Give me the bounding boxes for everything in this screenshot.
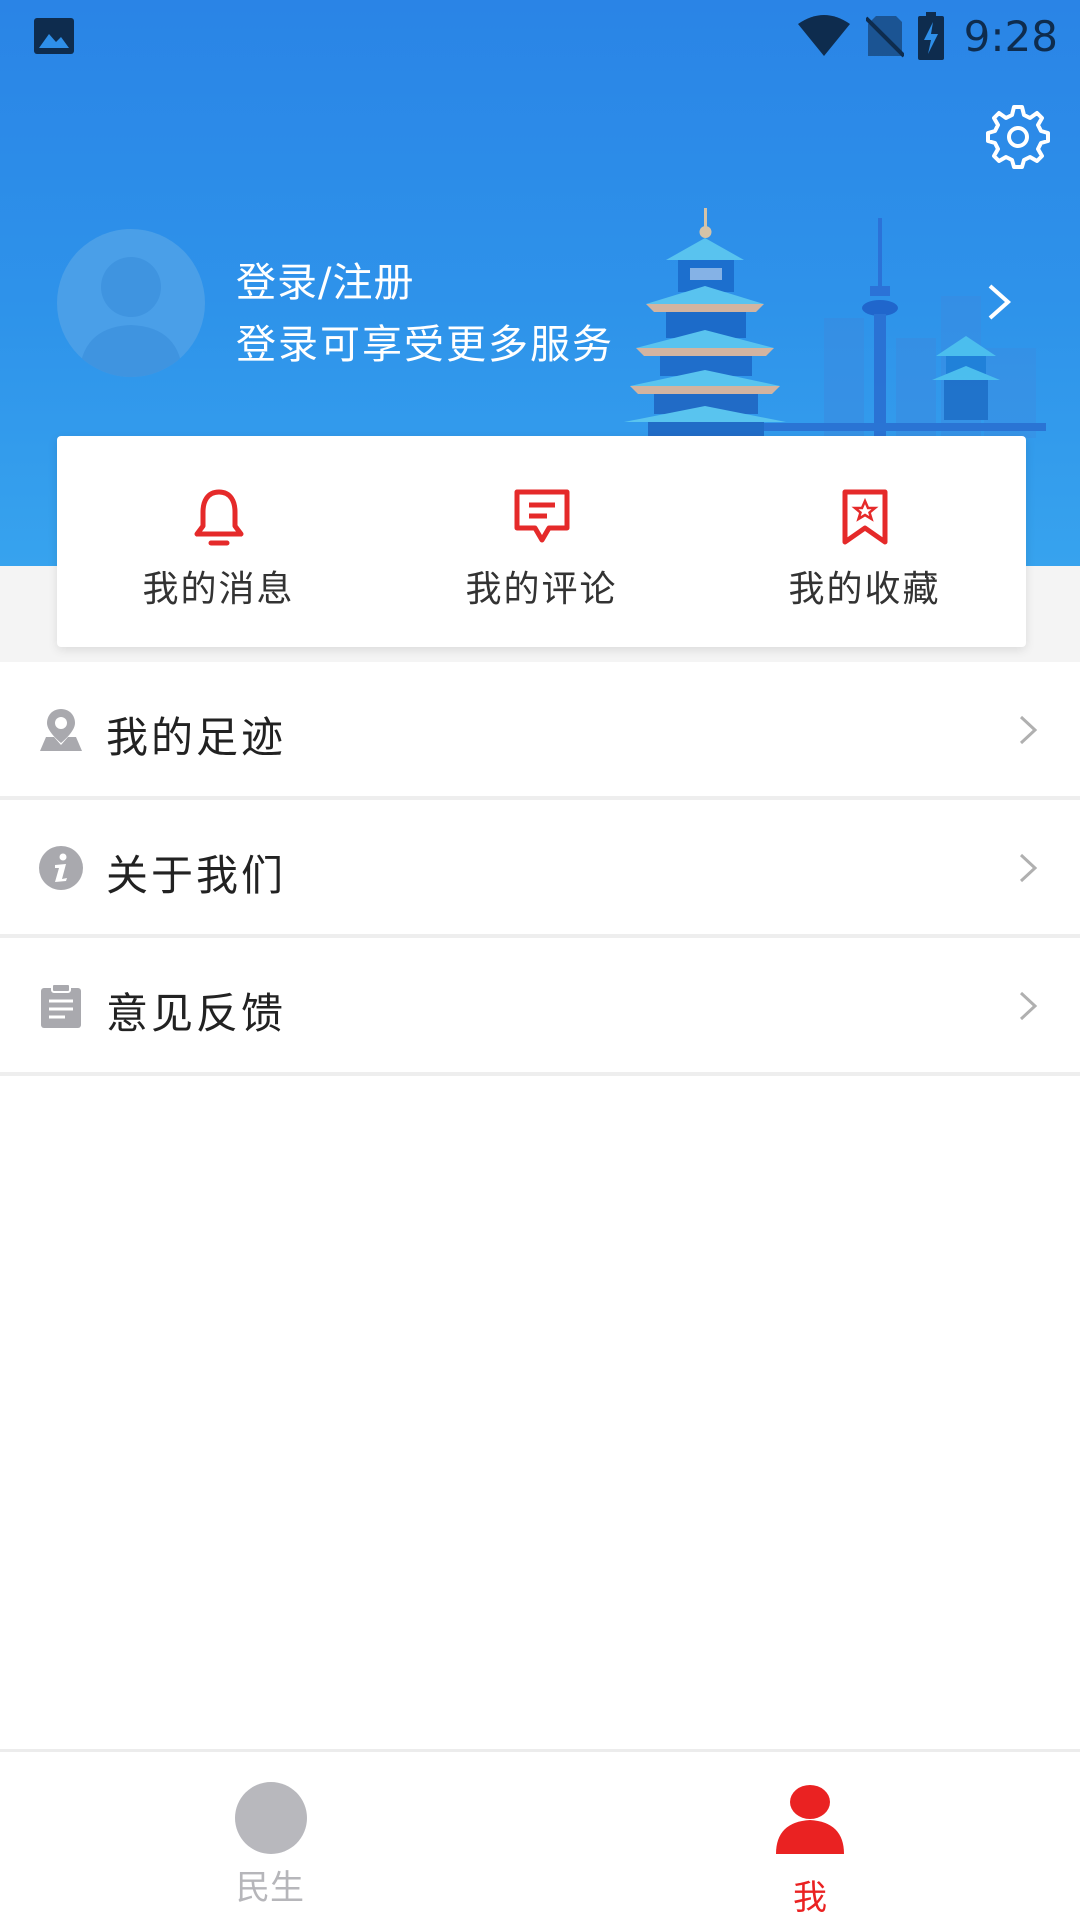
quick-action-favorites[interactable]: 我的收藏 <box>703 436 1026 647</box>
tab-label: 民生 <box>236 1868 304 1908</box>
minsheng-tab-icon <box>235 1782 307 1854</box>
login-subtitle: 登录可享受更多服务 <box>236 322 614 368</box>
no-sim-icon <box>865 16 904 58</box>
bottom-tab-bar: 民生 我 <box>0 1749 1080 1923</box>
comment-icon <box>514 489 569 543</box>
info-icon <box>39 846 83 890</box>
status-bar: 9:28 <box>0 0 1080 72</box>
chevron-right-icon[interactable] <box>984 282 1014 322</box>
quick-action-label: 我的收藏 <box>788 569 941 610</box>
person-icon <box>776 1785 844 1854</box>
chevron-right-icon <box>1019 853 1038 883</box>
quick-actions-card: 我的消息 我的评论 我的收藏 <box>57 436 1026 647</box>
settings-menu: 我的足迹 关于我们 意见反馈 <box>0 662 1080 1076</box>
menu-item-feedback[interactable]: 意见反馈 <box>0 938 1080 1076</box>
menu-item-label: 关于我们 <box>106 851 287 900</box>
tab-label: 我 <box>793 1878 827 1918</box>
settings-gear-icon[interactable] <box>982 103 1050 171</box>
menu-item-about-us[interactable]: 关于我们 <box>0 800 1080 938</box>
bell-icon <box>194 489 243 546</box>
login-title[interactable]: 登录/注册 <box>236 250 414 308</box>
image-notification-icon <box>34 18 74 54</box>
status-time: 9:28 <box>963 11 1058 61</box>
quick-action-label: 我的评论 <box>465 569 618 610</box>
wifi-icon <box>797 15 850 56</box>
avatar[interactable] <box>57 229 205 377</box>
quick-action-comments[interactable]: 我的评论 <box>380 436 703 647</box>
default-user-icon <box>79 257 183 377</box>
clipboard-icon <box>41 983 81 1028</box>
battery-charging-icon <box>917 12 944 60</box>
menu-item-label: 我的足迹 <box>106 713 287 762</box>
location-pin-icon <box>40 709 82 751</box>
menu-item-label: 意见反馈 <box>106 989 287 1038</box>
menu-item-footprints[interactable]: 我的足迹 <box>0 662 1080 800</box>
chevron-right-icon <box>1019 991 1038 1021</box>
tab-me[interactable]: 我 <box>540 1752 1080 1923</box>
quick-action-label: 我的消息 <box>142 569 295 610</box>
quick-action-messages[interactable]: 我的消息 <box>57 436 380 647</box>
chevron-right-icon <box>1019 715 1038 745</box>
tab-minsheng[interactable]: 民生 <box>0 1752 540 1923</box>
bookmark-star-icon <box>842 489 887 545</box>
